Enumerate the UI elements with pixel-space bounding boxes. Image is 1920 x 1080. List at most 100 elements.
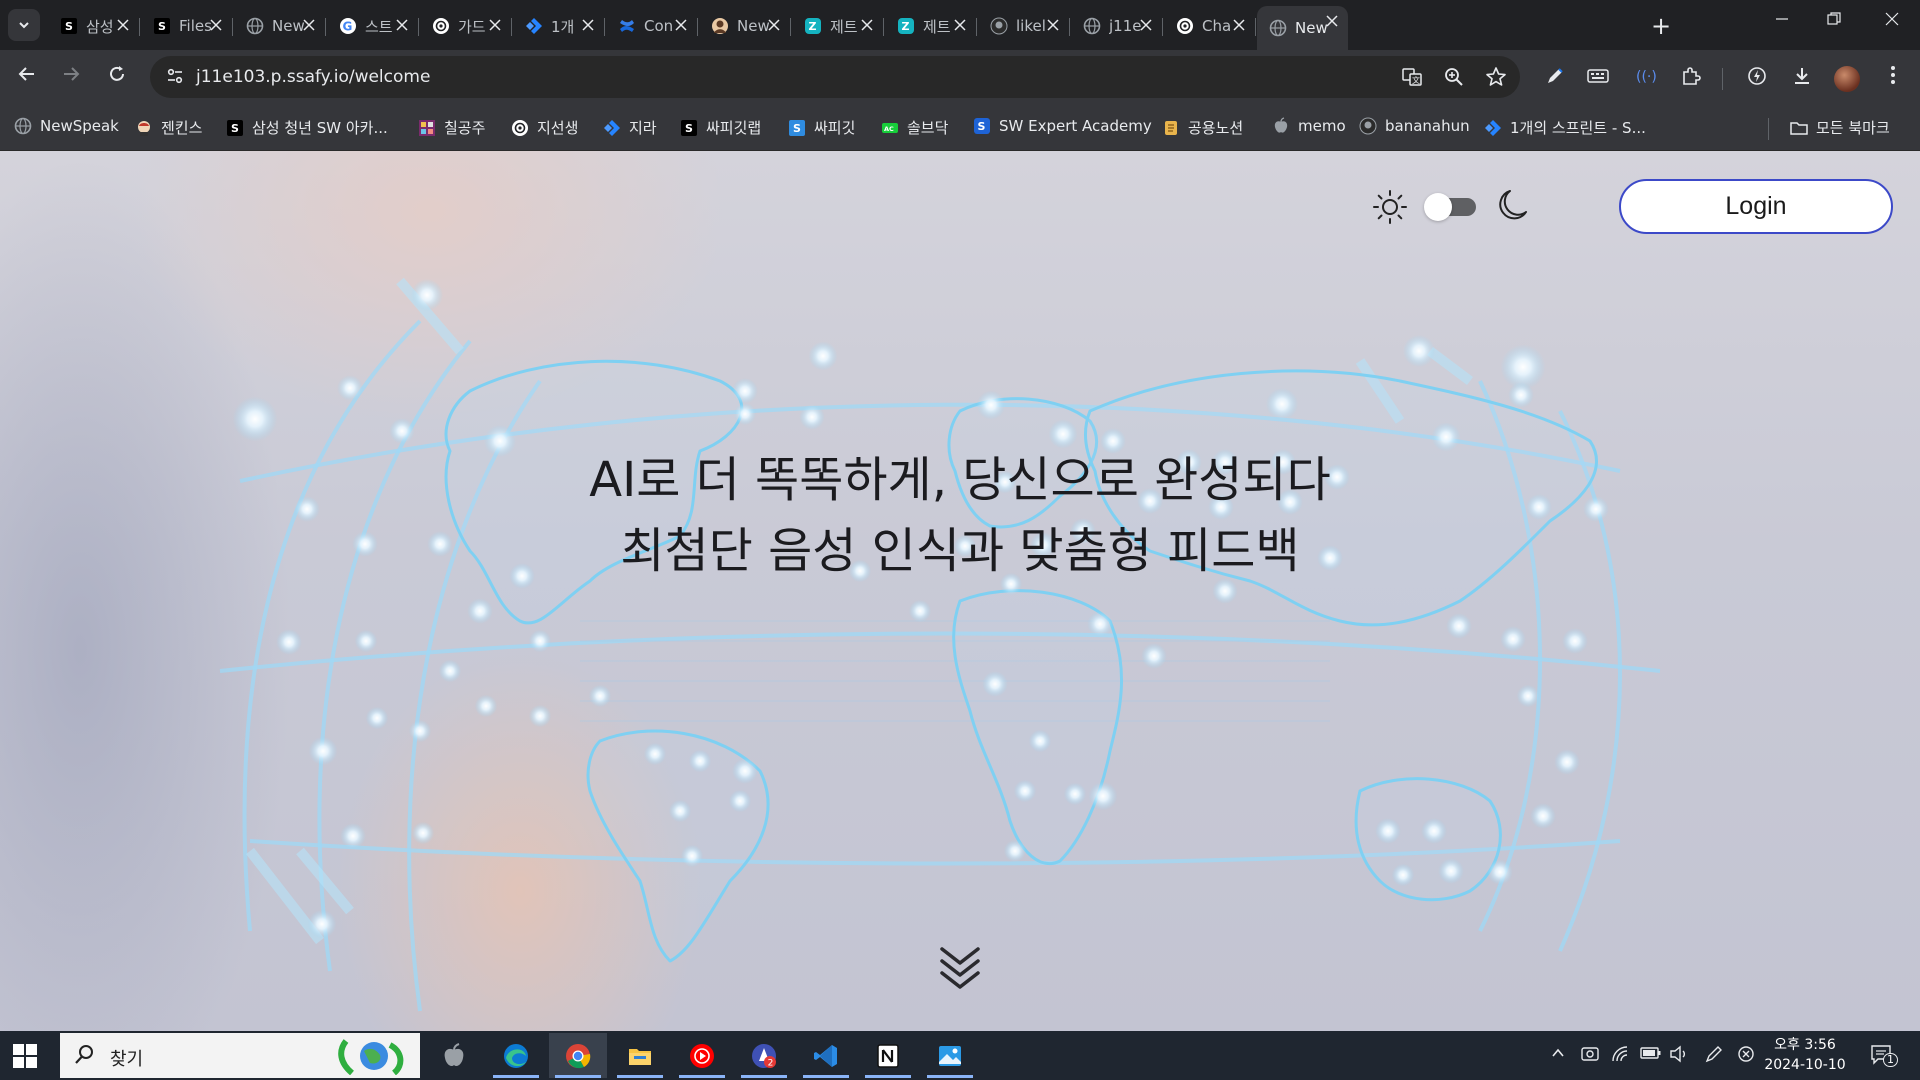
tab-favicon: [618, 17, 636, 35]
tab-separator: [325, 18, 326, 36]
taskbar-notion-app[interactable]: [859, 1033, 917, 1078]
tab-close-icon[interactable]: [1233, 16, 1245, 36]
tab-search-button[interactable]: [8, 9, 40, 41]
bookmark-item[interactable]: S SW Expert Academy: [973, 117, 1152, 135]
taskbar-file-explorer-app[interactable]: [611, 1033, 669, 1078]
browser-tab[interactable]: 1개: [513, 10, 605, 42]
meet-now-icon[interactable]: [1580, 1045, 1600, 1067]
tab-close-icon[interactable]: [861, 16, 873, 36]
volume-icon[interactable]: [1669, 1045, 1689, 1067]
extensions-puzzle-icon[interactable]: [1678, 65, 1704, 91]
taskbar-vscode-app[interactable]: [797, 1033, 855, 1078]
login-button[interactable]: Login: [1619, 179, 1893, 234]
bookmark-item[interactable]: 공용노션: [1162, 117, 1243, 138]
tab-close-icon[interactable]: [582, 16, 594, 36]
taskbar-youtube-music-app[interactable]: [673, 1033, 731, 1078]
browser-tab[interactable]: j11e: [1071, 10, 1163, 42]
tab-close-icon[interactable]: [675, 16, 687, 36]
bookmark-star-icon[interactable]: [1484, 66, 1508, 90]
taskbar-search-box[interactable]: 찾기: [60, 1033, 420, 1078]
taskbar-chrome-app[interactable]: [549, 1033, 607, 1078]
notification-count-badge: 1: [1883, 1053, 1898, 1067]
url-text[interactable]: j11e103.p.ssafy.io/welcome: [196, 67, 430, 87]
performance-icon[interactable]: [1744, 65, 1770, 91]
browser-tab[interactable]: New: [1257, 6, 1348, 50]
battery-icon[interactable]: [1640, 1045, 1662, 1065]
notification-center-button[interactable]: 1: [1870, 1043, 1898, 1071]
city-light-dot: [1562, 628, 1588, 654]
status-x-icon[interactable]: [1737, 1045, 1755, 1067]
tab-close-icon[interactable]: [489, 16, 501, 36]
address-bar[interactable]: j11e103.p.ssafy.io/welcome 文: [150, 56, 1520, 98]
bookmark-item[interactable]: bananahun: [1359, 117, 1470, 135]
city-light-dot: [1013, 779, 1037, 803]
wifi-icon[interactable]: [1611, 1045, 1631, 1067]
svg-text:S: S: [231, 122, 239, 135]
scroll-down-chevrons-icon[interactable]: [936, 941, 984, 991]
tab-close-icon[interactable]: [768, 16, 780, 36]
bookmark-item[interactable]: S 싸피깃랩: [680, 117, 761, 138]
menu-kebab-icon[interactable]: [1880, 65, 1906, 91]
all-bookmarks-folder[interactable]: 모든 북마크: [1790, 117, 1890, 138]
browser-tab[interactable]: Con: [606, 10, 698, 42]
keyboard-extension-icon[interactable]: [1585, 65, 1611, 91]
browser-tab[interactable]: Z 제트: [792, 10, 884, 42]
browser-tab[interactable]: Z 제트: [885, 10, 977, 42]
moon-icon[interactable]: [1495, 188, 1529, 224]
translate-icon[interactable]: 文: [1400, 66, 1424, 90]
forward-button[interactable]: [56, 63, 86, 93]
close-window-button[interactable]: [1872, 10, 1912, 40]
bookmark-item[interactable]: 젠킨스: [135, 117, 202, 138]
browser-tab[interactable]: G 스트: [327, 10, 419, 42]
bookmark-item[interactable]: AC 솔브닥: [881, 117, 948, 138]
taskbar-apple-app[interactable]: [425, 1033, 483, 1078]
taskbar-photos-app[interactable]: [921, 1033, 979, 1078]
browser-tab[interactable]: likel: [978, 10, 1070, 42]
taskbar-cleaner-app[interactable]: 2: [735, 1033, 793, 1078]
restore-button[interactable]: [1814, 10, 1854, 40]
tab-close-icon[interactable]: [1326, 12, 1338, 32]
back-button[interactable]: [12, 63, 42, 93]
bookmark-item[interactable]: 1개의 스프린트 - S...: [1484, 117, 1646, 138]
pen-tray-icon[interactable]: [1704, 1045, 1724, 1067]
reload-button[interactable]: [102, 63, 132, 93]
tab-close-icon[interactable]: [1047, 16, 1059, 36]
taskbar-edge-app[interactable]: [487, 1033, 545, 1078]
browser-tab[interactable]: S 삼성: [48, 10, 140, 42]
tab-close-icon[interactable]: [117, 16, 129, 36]
site-info-icon[interactable]: [164, 66, 186, 88]
tab-close-icon[interactable]: [210, 16, 222, 36]
wireless-extension-icon[interactable]: ((·)): [1633, 65, 1662, 91]
browser-tab[interactable]: New: [234, 10, 326, 42]
windows-start-icon[interactable]: [12, 1043, 38, 1069]
tab-close-icon[interactable]: [396, 16, 408, 36]
bookmark-item[interactable]: 지선생: [511, 117, 578, 138]
bookmark-item[interactable]: NewSpeak: [14, 117, 119, 135]
tab-close-icon[interactable]: [303, 16, 315, 36]
theme-toggle-switch[interactable]: [1424, 193, 1476, 221]
youtube-music-icon: [690, 1043, 714, 1068]
zoom-icon[interactable]: [1442, 66, 1466, 90]
tray-overflow-chevron-icon[interactable]: [1550, 1045, 1566, 1065]
taskbar-clock[interactable]: 오후 3:56 2024-10-10: [1760, 1035, 1850, 1075]
bookmark-item[interactable]: S 삼성 청년 SW 아카...: [226, 117, 388, 138]
bookmark-item[interactable]: 칠공주: [418, 117, 485, 138]
browser-tab[interactable]: S Files: [141, 10, 233, 42]
bookmark-item[interactable]: 지라: [603, 117, 657, 138]
minimize-button[interactable]: [1762, 10, 1802, 40]
browser-tab[interactable]: 가드: [420, 10, 512, 42]
bookmark-item[interactable]: S 싸피깃: [788, 117, 855, 138]
ssafy-icon: S: [61, 18, 77, 34]
openai-icon: [433, 18, 449, 34]
browser-tab[interactable]: Cha: [1164, 10, 1256, 42]
new-tab-button[interactable]: +: [1651, 12, 1671, 40]
browser-tab[interactable]: New: [699, 10, 791, 42]
profile-avatar[interactable]: [1834, 66, 1860, 92]
bookmark-item[interactable]: memo: [1272, 117, 1346, 135]
download-icon[interactable]: [1789, 65, 1815, 91]
bookmark-label: 싸피깃랩: [706, 119, 762, 137]
sun-icon[interactable]: [1372, 189, 1408, 225]
tab-close-icon[interactable]: [1140, 16, 1152, 36]
tab-close-icon[interactable]: [954, 16, 966, 36]
pen-extension-icon[interactable]: [1542, 65, 1568, 91]
